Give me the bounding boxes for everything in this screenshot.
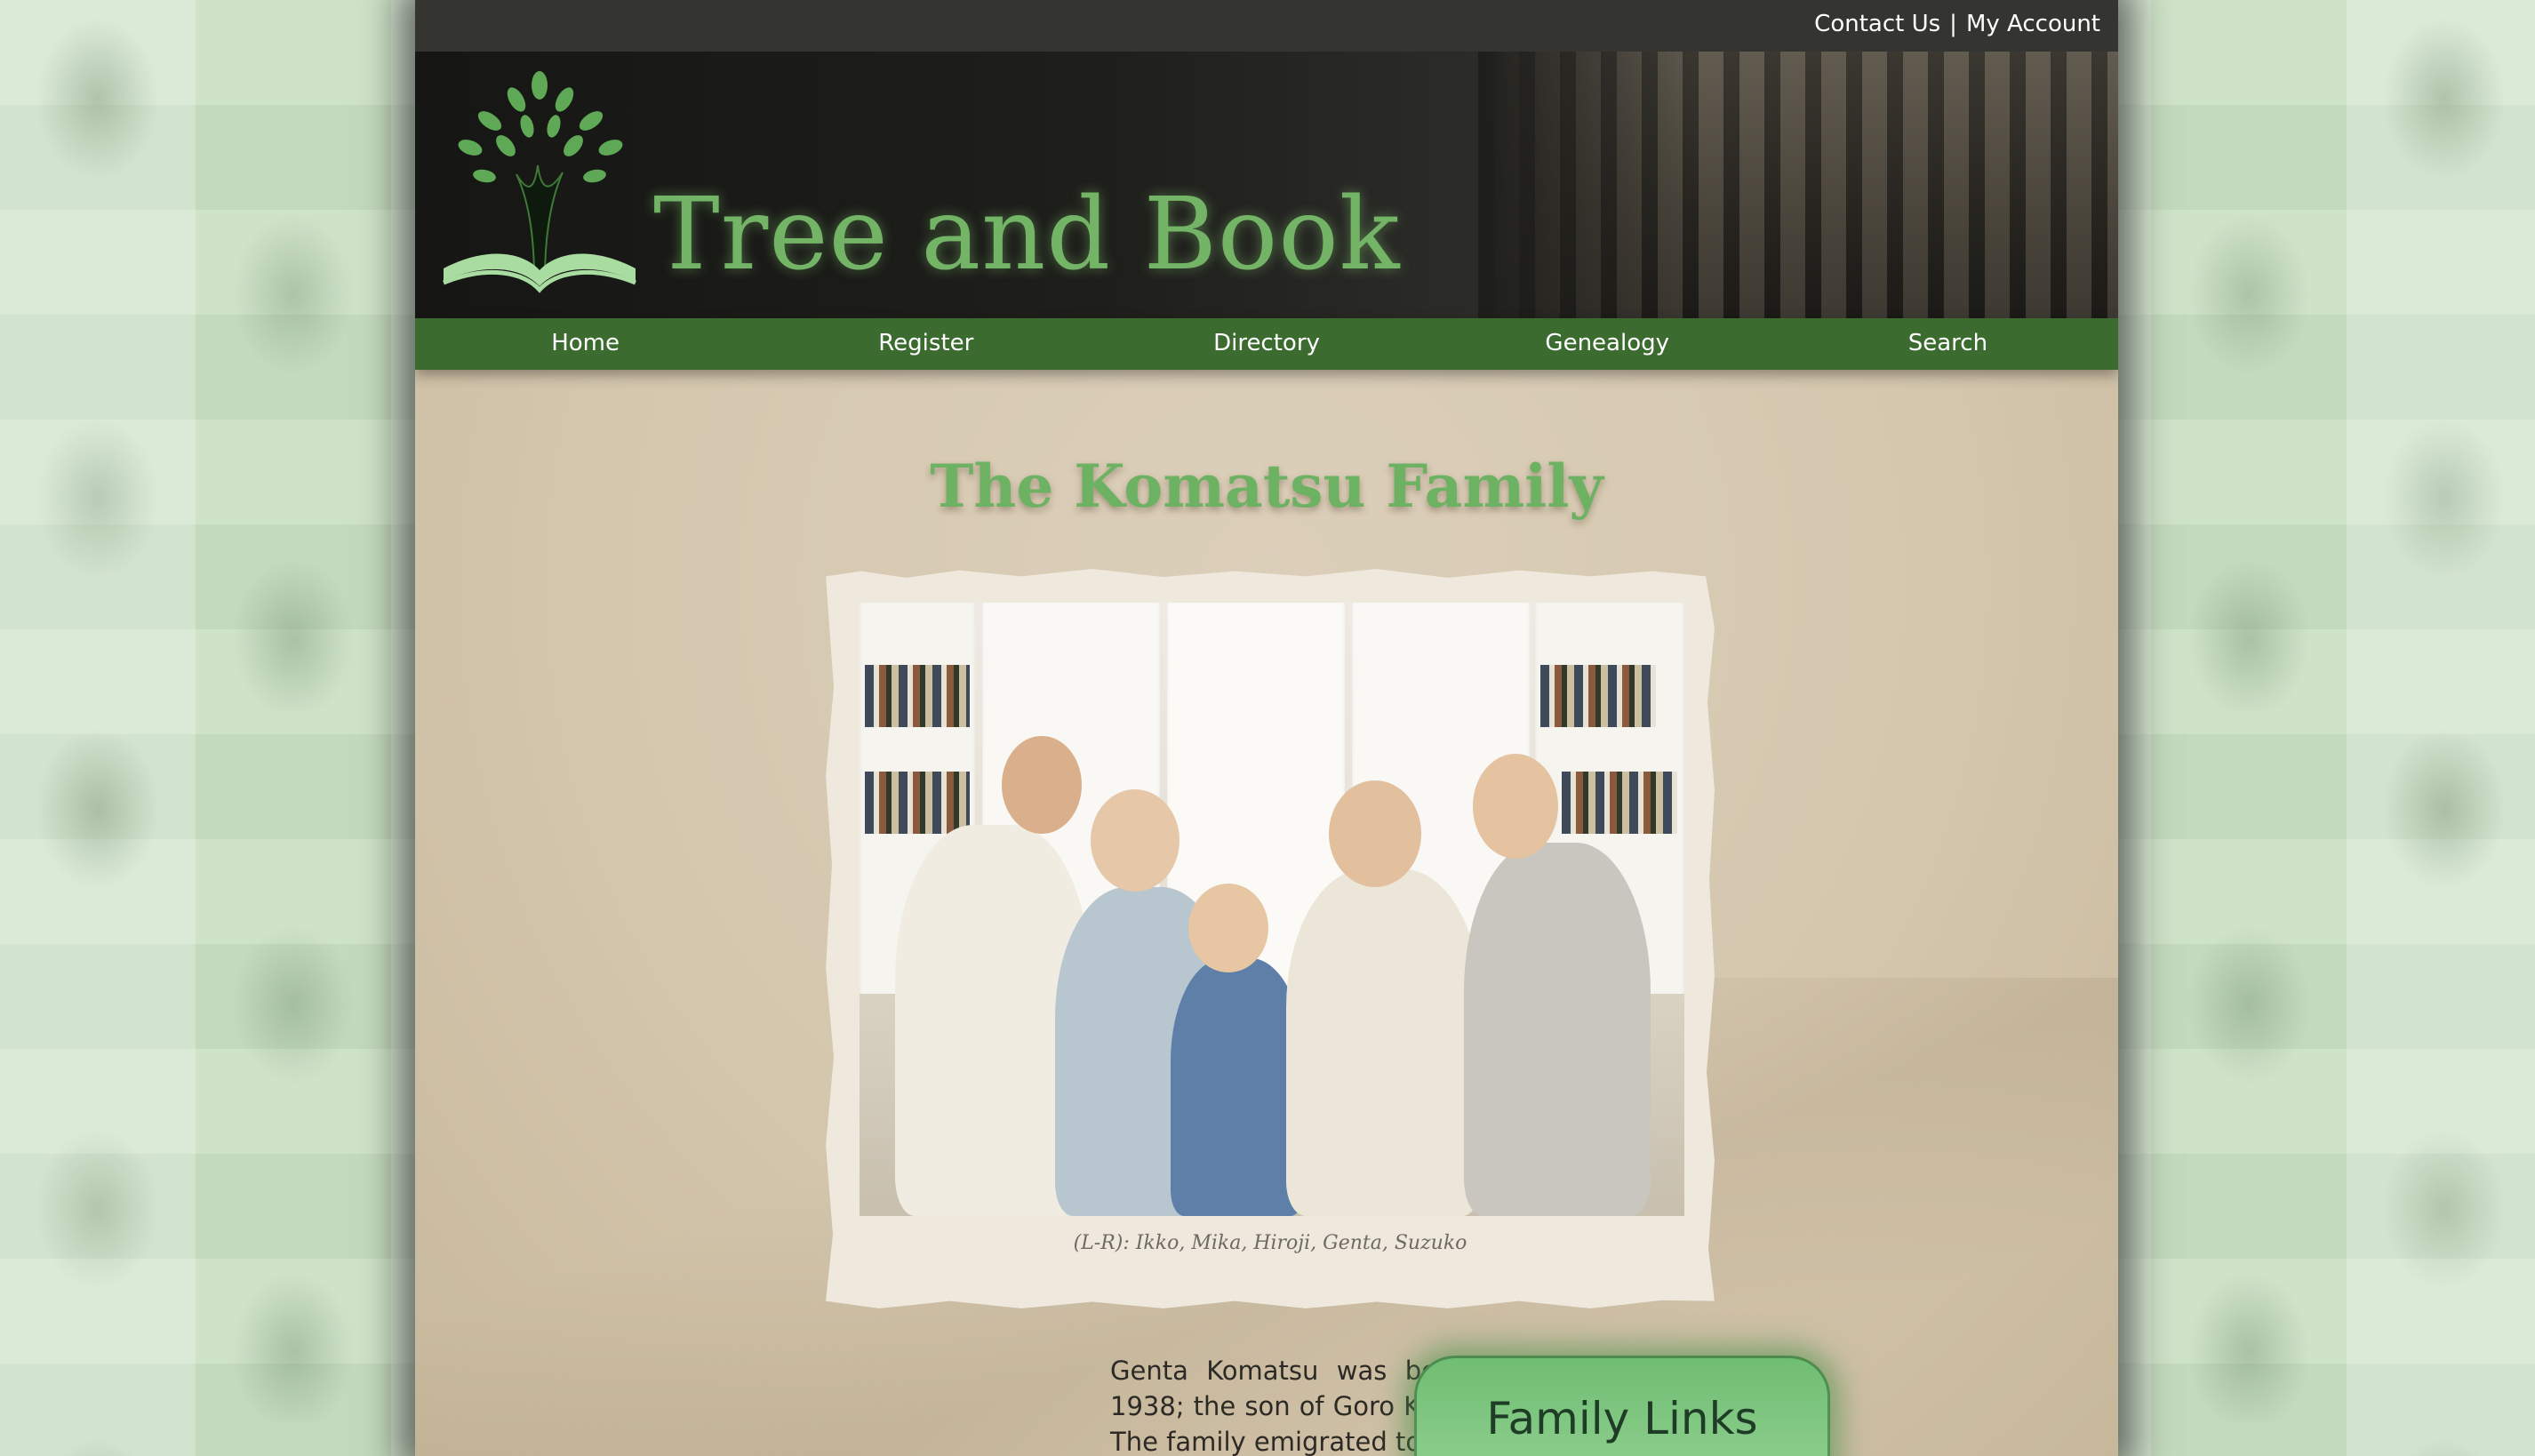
main-nav: Home Register Directory Genealogy Search [415,318,2118,370]
person-genta-head [1329,780,1421,887]
person-genta [1286,869,1482,1216]
tree-book-logo-icon[interactable] [435,59,644,316]
person-suzuko-head [1473,754,1558,859]
page-title: The Komatsu Family [930,452,1603,521]
top-links-separator: | [1949,11,1957,37]
site-header: Tree and Book [415,52,2118,318]
nav-directory[interactable]: Directory [1096,318,1436,370]
header-family-photo [1478,52,2118,318]
books [1540,665,1656,727]
person-ikko-head [1002,736,1082,834]
site-name[interactable]: Tree and Book [653,185,1401,284]
nav-home[interactable]: Home [415,318,756,370]
family-photo-frame: (L-R): Ikko, Mika, Hiroji, Genta, Suzuko [826,569,1715,1308]
photo-caption: (L-R): Ikko, Mika, Hiroji, Genta, Suzuko [1073,1232,1467,1254]
person-suzuko [1464,843,1651,1216]
nav-search[interactable]: Search [1778,318,2118,370]
nav-register[interactable]: Register [756,318,1096,370]
books [1562,772,1677,834]
top-links: Contact Us | My Account [1814,11,2100,37]
family-links-button[interactable]: Family Links [1414,1356,1830,1456]
person-hiroji-head [1188,884,1268,972]
person-mika-head [1091,789,1180,892]
top-bar: Contact Us | My Account [415,0,2118,52]
person-hiroji [1171,958,1304,1216]
family-photo [860,603,1684,1216]
my-account-link[interactable]: My Account [1966,11,2100,37]
books [865,665,970,727]
page-container: Contact Us | My Account Tree and Book Ho… [415,0,2118,1456]
contact-us-link[interactable]: Contact Us [1814,11,1940,37]
nav-genealogy[interactable]: Genealogy [1437,318,1778,370]
family-links-label: Family Links [1486,1393,1758,1444]
books [865,772,970,834]
